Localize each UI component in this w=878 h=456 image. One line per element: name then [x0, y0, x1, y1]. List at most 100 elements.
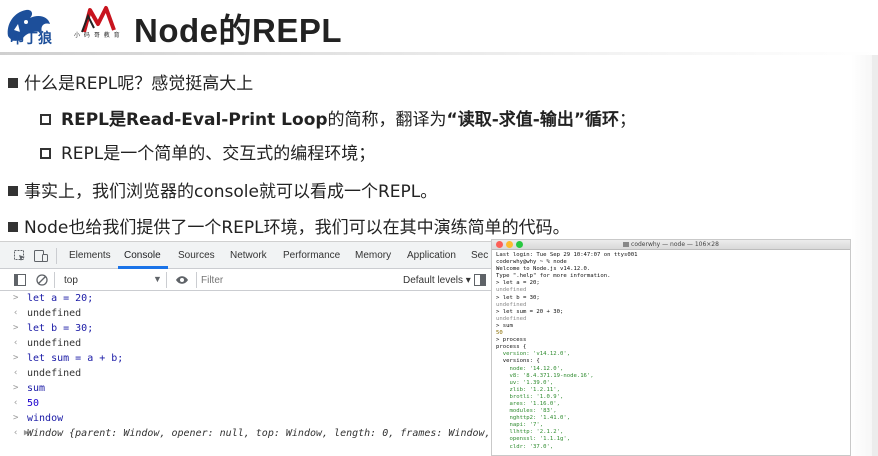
- console-input-line[interactable]: > let a = 20;: [0, 292, 491, 307]
- console-line-text: window: [27, 413, 64, 424]
- svg-text:叩丁狼: 叩丁狼: [10, 30, 53, 46]
- tab-elements[interactable]: Elements: [69, 250, 111, 261]
- terminal-line: openssl: '1.1.1g',: [496, 436, 571, 443]
- context-dropdown-arrow-icon[interactable]: ▼: [153, 274, 162, 284]
- header-divider: [0, 52, 878, 55]
- console-line-text: 50: [27, 398, 40, 409]
- result-arrow-icon: ‹: [13, 338, 19, 348]
- terminal-line: napi: '7',: [496, 422, 544, 429]
- terminal-line: zlib: '1.2.11',: [496, 386, 560, 393]
- terminal-output[interactable]: Last login: Tue Sep 29 10:47:07 on ttys0…: [496, 252, 846, 451]
- result-arrow-icon: ‹: [13, 308, 19, 318]
- console-line-text: undefined: [27, 338, 82, 349]
- terminal-line: Welcome to Node.js v14.12.0.: [496, 266, 591, 273]
- terminal-line: undefined: [496, 287, 527, 294]
- terminal-title-bar: coderwhy — node — 106×28: [492, 240, 850, 250]
- sub-bullet-repl-environment: REPL是一个简单的、交互式的编程环境；: [40, 139, 375, 164]
- terminal-line: > let a = 20;: [496, 280, 540, 287]
- slide-header: 叩丁狼 小 码 哥 教 育 Node的REPL: [0, 0, 878, 52]
- terminal-line: node: '14.12.0',: [496, 365, 564, 372]
- console-output-line[interactable]: ‹ undefined: [0, 307, 491, 322]
- tab-memory[interactable]: Memory: [355, 250, 391, 261]
- live-expression-icon[interactable]: [175, 275, 189, 285]
- terminal-line: cldr: '37.0',: [496, 443, 554, 450]
- result-arrow-icon: ‹: [13, 398, 19, 408]
- home-folder-icon: [623, 242, 630, 247]
- console-input-line[interactable]: > let sum = a + b;: [0, 352, 491, 367]
- terminal-line: llhttp: '2.1.2',: [496, 429, 564, 436]
- page-title: Node的REPL: [134, 12, 343, 49]
- bullet-browser-console: 事实上，我们浏览器的console就可以看成一个REPL。: [8, 177, 437, 202]
- terminal-line: uv: '1.39.0',: [496, 379, 554, 386]
- terminal-line: process {: [496, 344, 527, 351]
- terminal-line: > process: [496, 337, 527, 344]
- device-toggle-icon[interactable]: [34, 250, 48, 262]
- terminal-line: brotli: '1.0.9',: [496, 393, 564, 400]
- console-input-line[interactable]: > sum: [0, 382, 491, 397]
- log-levels-dropdown[interactable]: Default levels ▾: [403, 275, 471, 286]
- terminal-line: versions: {: [496, 358, 540, 365]
- tab-console[interactable]: Console: [124, 250, 161, 261]
- prompt-chevron-icon: >: [13, 413, 19, 423]
- tab-sources[interactable]: Sources: [178, 250, 215, 261]
- bullet-what-is-repl: 什么是REPL呢？感觉挺高大上: [8, 69, 253, 94]
- square-bullet-icon: [8, 186, 18, 196]
- console-toolbar: top ▼ Default levels ▾: [0, 269, 491, 291]
- console-input-line[interactable]: > let b = 30;: [0, 322, 491, 337]
- sub-bullet-repl-definition: REPL是Read-Eval-Print Loop的简称，翻译为“读取-求值-输…: [40, 105, 636, 130]
- console-sidebar-icon[interactable]: [14, 274, 26, 286]
- console-output-line[interactable]: ‹ undefined: [0, 337, 491, 352]
- bullet-node-repl: Node也给我们提供了一个REPL环境，我们可以在其中演练简单的代码。: [8, 213, 570, 238]
- terminal-line: coderwhy@why ~ % node: [496, 259, 567, 266]
- terminal-line: 50: [496, 330, 503, 337]
- devtools-tab-bar: Elements Console Sources Network Perform…: [0, 242, 491, 269]
- console-output-line[interactable]: ‹ ▶ Window {parent: Window, opener: null,…: [0, 427, 509, 442]
- tab-separator: [56, 248, 57, 264]
- square-bullet-icon: [8, 78, 18, 88]
- tab-performance[interactable]: Performance: [283, 250, 340, 261]
- terminal-line: > let b = 30;: [496, 294, 540, 301]
- console-line-text: let sum = a + b;: [27, 353, 124, 364]
- hollow-square-bullet-icon: [40, 148, 51, 159]
- prompt-chevron-icon: >: [13, 383, 19, 393]
- prompt-chevron-icon: >: [13, 353, 19, 363]
- console-line-text: undefined: [27, 308, 82, 319]
- console-output-line[interactable]: ‹ undefined: [0, 367, 491, 382]
- tab-security[interactable]: Sec: [471, 250, 488, 261]
- mascot-logo-icon: 叩丁狼: [7, 9, 53, 46]
- square-bullet-icon: [8, 222, 18, 232]
- terminal-line: Last login: Tue Sep 29 10:47:07 on ttys0…: [496, 252, 638, 258]
- repl-translation: “读取-求值-输出”循环: [446, 110, 620, 130]
- console-line-text: undefined: [27, 368, 82, 379]
- console-line-text: let a = 20;: [27, 293, 94, 304]
- terminal-line: undefined: [496, 315, 527, 322]
- clear-console-icon[interactable]: [36, 274, 48, 286]
- result-arrow-icon: ‹: [13, 368, 19, 378]
- repl-end: ；: [619, 110, 637, 130]
- terminal-title: coderwhy — node — 106×28: [492, 241, 850, 248]
- prompt-chevron-icon: >: [13, 293, 19, 303]
- terminal-line: nghttp2: '1.41.0',: [496, 415, 571, 422]
- filter-input[interactable]: [201, 272, 391, 288]
- terminal-line: Type ".help" for more information.: [496, 273, 611, 280]
- toolbar-separator: [196, 272, 197, 288]
- hollow-square-bullet-icon: [40, 114, 51, 125]
- cursor-select-icon[interactable]: [14, 250, 26, 262]
- context-selector[interactable]: top: [64, 275, 78, 286]
- terminal-line: undefined: [496, 301, 527, 308]
- toolbar-separator: [54, 272, 55, 288]
- devtools-panel: Elements Console Sources Network Perform…: [0, 241, 509, 456]
- scrollbar[interactable]: [872, 55, 878, 456]
- terminal-line: version: 'v14.12.0',: [496, 351, 571, 358]
- terminal-line: > let sum = 20 + 30;: [496, 308, 564, 315]
- settings-icon[interactable]: [474, 274, 486, 286]
- tab-network[interactable]: Network: [230, 250, 267, 261]
- console-output-line[interactable]: ‹ 50: [0, 397, 491, 412]
- terminal-line: modules: '83',: [496, 408, 557, 415]
- tab-application[interactable]: Application: [407, 250, 456, 261]
- terminal-line: ares: '1.16.0',: [496, 400, 560, 407]
- console-line-text: sum: [27, 383, 46, 394]
- console-input-line[interactable]: > window: [0, 412, 491, 427]
- toolbar-separator: [166, 272, 167, 288]
- prompt-chevron-icon: >: [13, 323, 19, 333]
